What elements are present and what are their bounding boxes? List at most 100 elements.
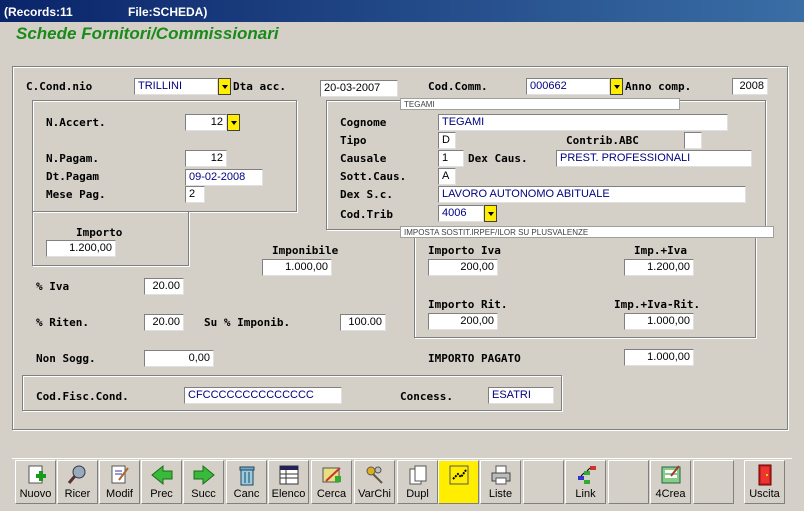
npagam-label: N.Pagam.: [46, 152, 99, 165]
cond-dropdown-icon[interactable]: [218, 78, 231, 95]
tipo-field[interactable]: D: [438, 132, 456, 149]
modif-button[interactable]: Modif: [99, 460, 140, 504]
importorit-field[interactable]: 200,00: [428, 313, 498, 330]
canc-button[interactable]: Canc: [226, 460, 267, 504]
prec-button[interactable]: Prec: [141, 460, 182, 504]
link-tree-icon: [577, 466, 596, 484]
pagato-label: IMPORTO PAGATO: [428, 352, 521, 365]
crea-label: 4Crea: [655, 488, 686, 500]
select-check-icon: [449, 465, 468, 485]
sottcaus-label: Sott.Caus.: [340, 170, 407, 183]
pagato-field[interactable]: 1.000,00: [624, 349, 694, 366]
impiva-label: Imp.+Iva: [634, 244, 687, 257]
dupl-button[interactable]: Dupl: [397, 460, 438, 504]
printer-icon: [491, 465, 510, 485]
empty-button-1[interactable]: [523, 460, 564, 504]
iva-field[interactable]: 20.00: [144, 278, 184, 295]
tipo-label: Tipo: [340, 134, 367, 147]
list-table-icon: [279, 465, 298, 485]
dexsc-field[interactable]: LAVORO AUTONOMO ABITUALE: [438, 186, 746, 203]
liste-button[interactable]: Liste: [480, 460, 521, 504]
records-count: (Records:11: [4, 5, 73, 19]
concess-field[interactable]: ESATRI: [488, 387, 554, 404]
prec-label: Prec: [150, 488, 173, 500]
dtpagam-label: Dt.Pagam: [46, 170, 99, 183]
elenco-label: Elenco: [271, 488, 306, 500]
nonsogg-field[interactable]: 0,00: [144, 350, 214, 367]
importo-field[interactable]: 1.200,00: [46, 240, 116, 257]
impivarit-field[interactable]: 1.000,00: [624, 313, 694, 330]
naccert-dropdown-icon[interactable]: [227, 114, 240, 131]
dexcaus-label: Dex Caus.: [468, 152, 528, 165]
codcomm-dropdown-icon[interactable]: [610, 78, 623, 95]
nuovo-button[interactable]: Nuovo: [15, 460, 56, 504]
edit-document-icon: [111, 465, 129, 484]
importoiva-label: Importo Iva: [428, 244, 501, 257]
duplicate-icon: [409, 465, 426, 485]
arrow-right-icon: [193, 464, 215, 486]
canc-label: Canc: [233, 488, 260, 500]
suimp-label: Su % Imponib.: [204, 316, 291, 329]
impiva-field[interactable]: 1.200,00: [624, 259, 694, 276]
concess-label: Concess.: [400, 390, 453, 403]
cond-label: C.Cond.nio: [26, 80, 93, 93]
codtrib-field[interactable]: 4006: [438, 205, 484, 222]
find-binoculars-icon: [322, 467, 341, 483]
varchi-label: VarChi: [358, 488, 391, 500]
cognome-field[interactable]: TEGAMI: [438, 114, 728, 131]
succ-label: Succ: [191, 488, 216, 500]
annocomp-field[interactable]: 2008: [732, 78, 768, 95]
codfisc-field[interactable]: CFCCCCCCCCCCCCCC: [184, 387, 342, 404]
cerca-button[interactable]: Cerca: [311, 460, 352, 504]
riten-label: % Riten.: [36, 316, 89, 329]
dupl-label: Dupl: [406, 488, 429, 500]
trib-hint: IMPOSTA SOSTIT.IRPEF/ILOR SU PLUSVALENZE: [400, 226, 774, 238]
codtrib-label: Cod.Trib: [340, 208, 393, 221]
page-title: Schede Fornitori/Commissionari: [16, 24, 279, 43]
cognome-label: Cognome: [340, 116, 387, 129]
codcomm-field[interactable]: 000662: [526, 78, 610, 95]
naccert-field[interactable]: 12: [185, 114, 227, 131]
impivarit-label: Imp.+Iva-Rit.: [614, 298, 701, 311]
codfisc-label: Cod.Fisc.Cond.: [36, 390, 129, 403]
liste-label: Liste: [488, 488, 513, 500]
modif-label: Modif: [106, 488, 133, 500]
contrib-field[interactable]: [684, 132, 702, 149]
empty-button-2[interactable]: [608, 460, 649, 504]
new-document-icon: [28, 465, 46, 484]
tegami-hint: TEGAMI: [400, 98, 680, 110]
varchi-button[interactable]: VarChi: [354, 460, 395, 504]
ricer-button[interactable]: Ricer: [57, 460, 98, 504]
mesepag-label: Mese Pag.: [46, 188, 106, 201]
importo-label: Importo: [76, 226, 123, 239]
cond-field[interactable]: TRILLINI: [134, 78, 218, 95]
cerca-label: Cerca: [316, 488, 347, 500]
uscita-label: Uscita: [749, 488, 780, 500]
causale-field[interactable]: 1: [438, 150, 464, 167]
elenco-button[interactable]: Elenco: [268, 460, 309, 504]
succ-button[interactable]: Succ: [183, 460, 224, 504]
sottcaus-field[interactable]: A: [438, 168, 456, 185]
contrib-label: Contrib.ABC: [566, 134, 639, 147]
importoiva-field[interactable]: 200,00: [428, 259, 498, 276]
dta-field[interactable]: 20-03-2007: [320, 80, 398, 97]
codtrib-dropdown-icon[interactable]: [484, 205, 497, 222]
mesepag-field[interactable]: 2: [185, 186, 205, 203]
riten-field[interactable]: 20.00: [144, 314, 184, 331]
nuovo-label: Nuovo: [19, 488, 52, 500]
crea-button[interactable]: 4Crea: [650, 460, 691, 504]
codcomm-label: Cod.Comm.: [428, 80, 488, 93]
exit-door-icon: [758, 464, 771, 486]
keys-icon: [366, 466, 383, 484]
uscita-button[interactable]: Uscita: [744, 460, 785, 504]
link-button[interactable]: Link: [565, 460, 606, 504]
empty-button-3[interactable]: [693, 460, 734, 504]
imponibile-field[interactable]: 1.000,00: [262, 259, 332, 276]
npagam-field[interactable]: 12: [185, 150, 227, 167]
magnifier-icon: [67, 465, 85, 484]
select-button[interactable]: [438, 460, 479, 504]
dexcaus-field[interactable]: PREST. PROFESSIONALI: [556, 150, 752, 167]
suimp-field[interactable]: 100.00: [340, 314, 386, 331]
dtpagam-field[interactable]: 09-02-2008: [185, 169, 263, 186]
dta-label: Dta acc.: [233, 80, 286, 93]
